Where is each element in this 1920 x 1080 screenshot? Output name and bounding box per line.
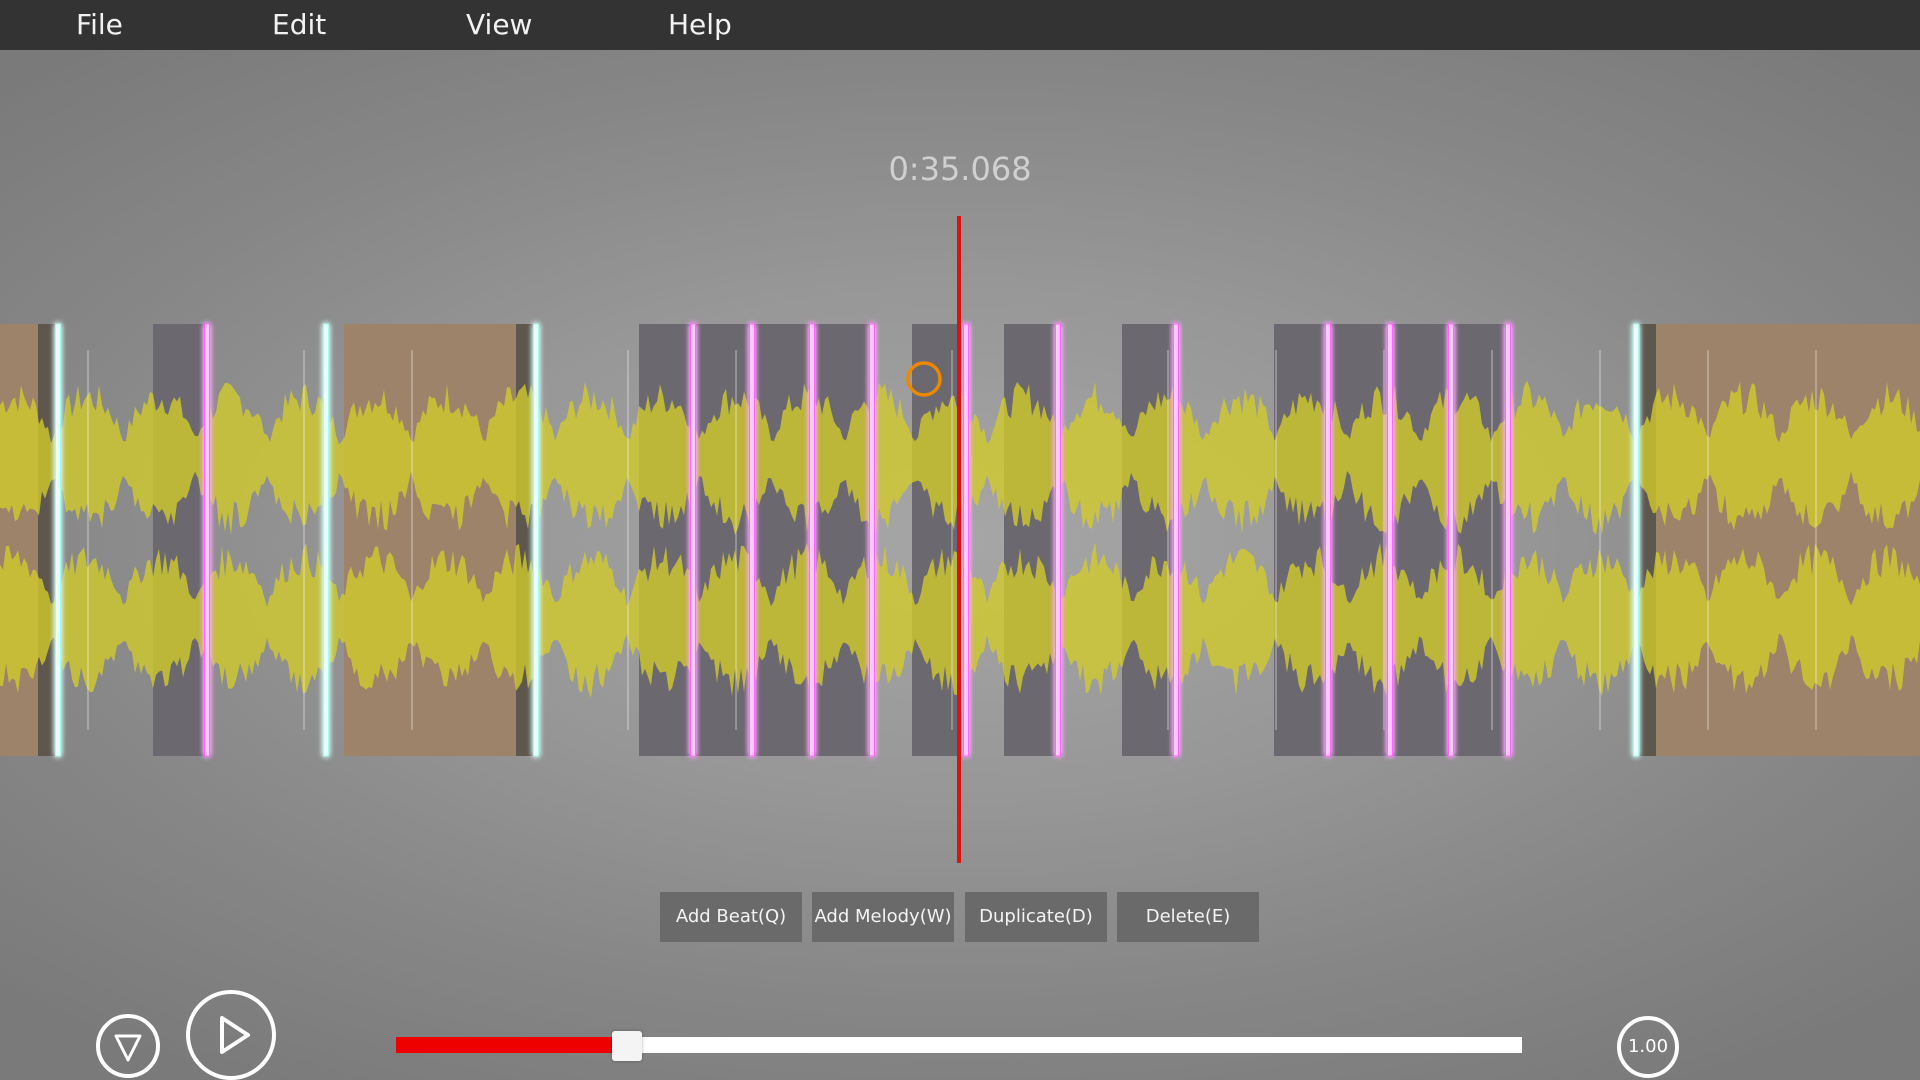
- duplicate-button[interactable]: Duplicate(D): [965, 892, 1107, 942]
- grid-tick: [303, 350, 305, 730]
- melody-region[interactable]: [0, 324, 38, 756]
- progress-handle[interactable]: [611, 1031, 642, 1061]
- add-beat-button[interactable]: Add Beat(Q): [660, 892, 802, 942]
- melody-marker[interactable]: [55, 323, 61, 757]
- beat-region[interactable]: [153, 324, 207, 756]
- triangle-down-icon: [114, 1034, 142, 1062]
- grid-tick: [1275, 350, 1277, 730]
- grid-tick: [1599, 350, 1601, 730]
- beat-marker[interactable]: [1173, 323, 1179, 757]
- grid-tick: [1167, 350, 1169, 730]
- melody-region-edge: [38, 324, 56, 756]
- grid-tick: [411, 350, 413, 730]
- progress-fill: [396, 1037, 627, 1053]
- melody-region-edge: [1640, 324, 1656, 756]
- beat-marker[interactable]: [690, 323, 696, 757]
- melody-marker[interactable]: [1633, 323, 1639, 757]
- grid-tick: [951, 350, 953, 730]
- beat-marker[interactable]: [1387, 323, 1393, 757]
- grid-tick: [1491, 350, 1493, 730]
- melody-region[interactable]: [344, 324, 516, 756]
- speed-button[interactable]: 1.00: [1617, 1016, 1679, 1078]
- playhead[interactable]: [957, 216, 961, 863]
- grid-tick: [1383, 350, 1385, 730]
- beat-marker[interactable]: [1055, 323, 1061, 757]
- beat-marker[interactable]: [1325, 323, 1331, 757]
- filter-button[interactable]: [96, 1014, 160, 1078]
- beat-marker[interactable]: [749, 323, 755, 757]
- grid-tick: [1815, 350, 1817, 730]
- beat-marker[interactable]: [1505, 323, 1511, 757]
- beat-region[interactable]: [639, 324, 873, 756]
- play-icon: [220, 1016, 250, 1054]
- melody-region[interactable]: [1656, 324, 1920, 756]
- beat-marker[interactable]: [869, 323, 875, 757]
- grid-tick: [1707, 350, 1709, 730]
- beat-region[interactable]: [1004, 324, 1058, 756]
- delete-button[interactable]: Delete(E): [1117, 892, 1259, 942]
- grid-tick: [87, 350, 89, 730]
- grid-tick: [735, 350, 737, 730]
- play-button[interactable]: [186, 990, 276, 1080]
- beat-marker[interactable]: [963, 323, 969, 757]
- beat-marker[interactable]: [809, 323, 815, 757]
- speed-label: 1.00: [1627, 1036, 1669, 1057]
- progress-slider[interactable]: [396, 1031, 1522, 1061]
- melody-marker[interactable]: [323, 323, 329, 757]
- grid-tick: [627, 350, 629, 730]
- add-melody-button[interactable]: Add Melody(W): [812, 892, 954, 942]
- beat-marker[interactable]: [204, 323, 210, 757]
- waveform-timeline[interactable]: [0, 0, 1920, 1080]
- beat-marker[interactable]: [1448, 323, 1454, 757]
- melody-marker[interactable]: [533, 323, 539, 757]
